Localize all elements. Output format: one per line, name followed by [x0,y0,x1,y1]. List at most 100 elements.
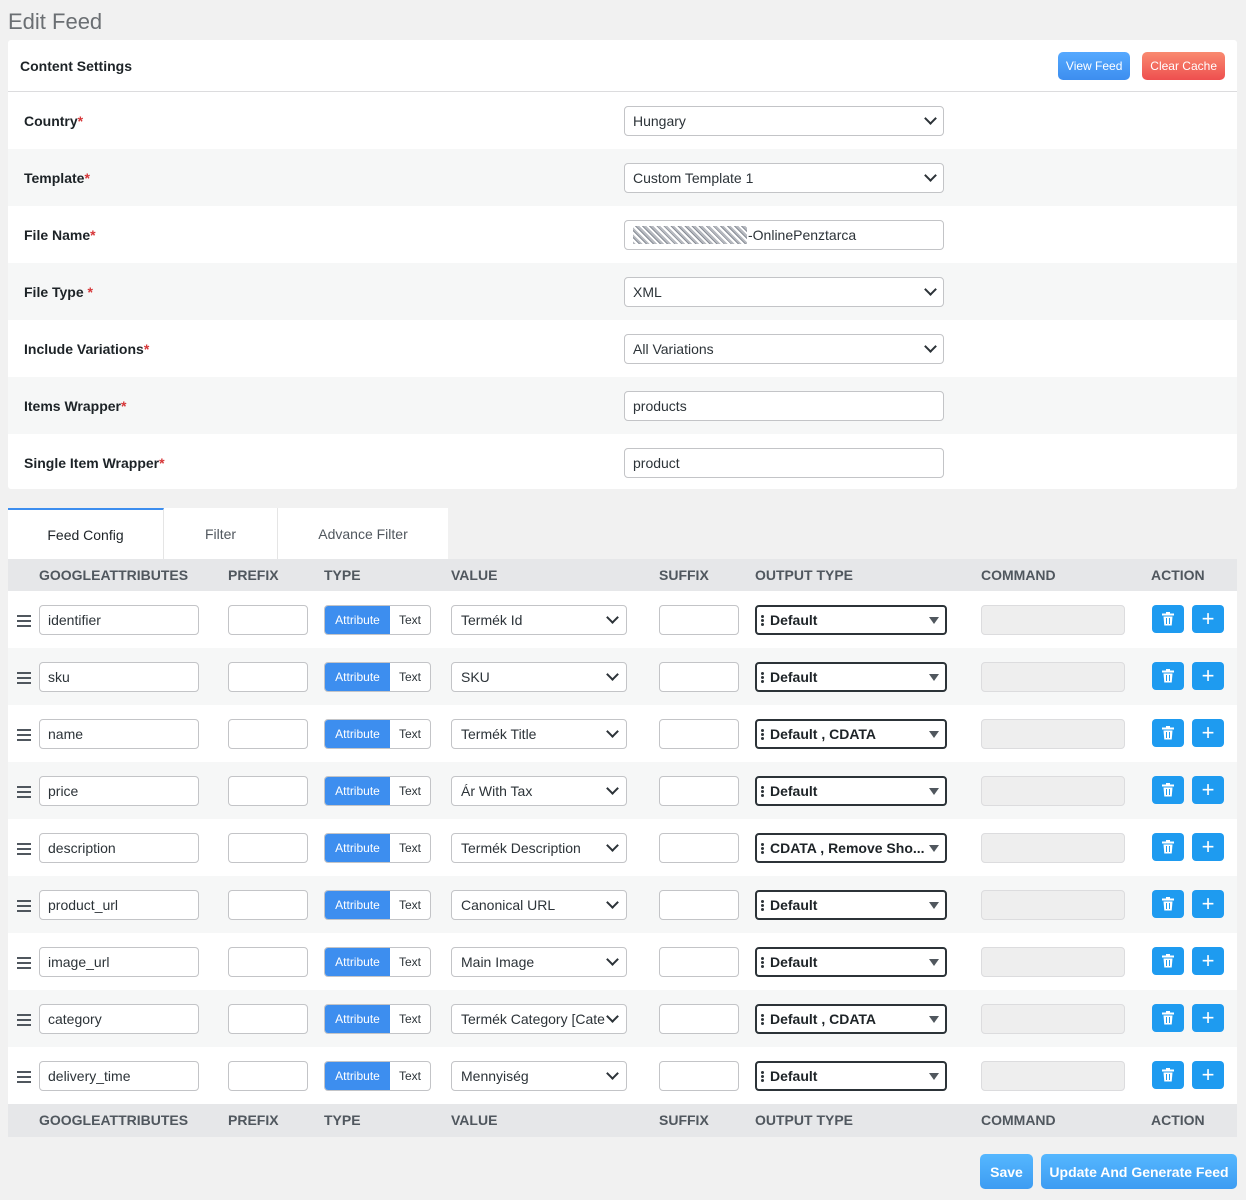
attribute-input[interactable]: delivery_time [39,1061,199,1091]
type-text-option[interactable]: Text [390,834,430,862]
value-select[interactable]: Mennyiség [451,1061,627,1091]
suffix-input[interactable] [659,1004,739,1034]
include-variations-select[interactable]: All Variations [624,333,944,364]
prefix-input[interactable] [228,662,308,692]
delete-row-button[interactable] [1152,1004,1184,1032]
value-select[interactable]: Termék Category [Cate [451,1004,627,1034]
suffix-input[interactable] [659,1061,739,1091]
value-select[interactable]: SKU [451,662,627,692]
attribute-input[interactable]: name [39,719,199,749]
drag-handle-icon[interactable] [17,729,31,741]
type-attribute-option[interactable]: Attribute [325,720,390,748]
value-select[interactable]: Canonical URL [451,890,627,920]
tab-advance-filter[interactable]: Advance Filter [278,508,448,560]
file-name-input[interactable]: -OnlinePenztarca [624,219,944,250]
suffix-input[interactable] [659,776,739,806]
prefix-input[interactable] [228,1061,308,1091]
drag-handle-icon[interactable] [17,786,31,798]
type-text-option[interactable]: Text [390,1062,430,1090]
delete-row-button[interactable] [1152,890,1184,918]
add-row-button[interactable]: + [1192,833,1224,861]
suffix-input[interactable] [659,833,739,863]
delete-row-button[interactable] [1152,605,1184,633]
drag-handle-icon[interactable] [17,957,31,969]
type-text-option[interactable]: Text [390,891,430,919]
add-row-button[interactable]: + [1192,1061,1224,1089]
add-row-button[interactable]: + [1192,605,1224,633]
type-attribute-option[interactable]: Attribute [325,834,390,862]
output-type-select[interactable]: Default [755,947,947,977]
add-row-button[interactable]: + [1192,1004,1224,1032]
prefix-input[interactable] [228,1004,308,1034]
tab-feed-config[interactable]: Feed Config [8,508,164,560]
delete-row-button[interactable] [1152,776,1184,804]
add-row-button[interactable]: + [1192,890,1224,918]
value-select[interactable]: Termék Title [451,719,627,749]
type-attribute-option[interactable]: Attribute [325,948,390,976]
output-type-select[interactable]: Default , CDATA [755,719,947,749]
output-type-select[interactable]: Default [755,605,947,635]
type-text-option[interactable]: Text [390,948,430,976]
type-text-option[interactable]: Text [390,606,430,634]
type-attribute-option[interactable]: Attribute [325,663,390,691]
attribute-input[interactable]: description [39,833,199,863]
attribute-input[interactable]: sku [39,662,199,692]
output-type-select[interactable]: Default , CDATA [755,1004,947,1034]
output-type-select[interactable]: Default [755,890,947,920]
value-select[interactable]: Termék Description [451,833,627,863]
attribute-input[interactable]: image_url [39,947,199,977]
country-select[interactable]: Hungary [624,105,944,136]
type-attribute-option[interactable]: Attribute [325,891,390,919]
type-text-option[interactable]: Text [390,777,430,805]
output-type-select[interactable]: Default [755,1061,947,1091]
output-type-select[interactable]: Default [755,662,947,692]
clear-cache-button[interactable]: Clear Cache [1142,51,1225,80]
delete-row-button[interactable] [1152,833,1184,861]
output-type-select[interactable]: CDATA , Remove Sho... [755,833,947,863]
type-text-option[interactable]: Text [390,720,430,748]
delete-row-button[interactable] [1152,662,1184,690]
template-select[interactable]: Custom Template 1 [624,162,944,193]
add-row-button[interactable]: + [1192,719,1224,747]
add-row-button[interactable]: + [1192,662,1224,690]
single-item-wrapper-input[interactable]: product [624,447,944,478]
prefix-input[interactable] [228,605,308,635]
drag-handle-icon[interactable] [17,1071,31,1083]
suffix-input[interactable] [659,890,739,920]
attribute-input[interactable]: price [39,776,199,806]
items-wrapper-input[interactable]: products [624,390,944,421]
attribute-input[interactable]: identifier [39,605,199,635]
type-text-option[interactable]: Text [390,1005,430,1033]
drag-handle-icon[interactable] [17,900,31,912]
add-row-button[interactable]: + [1192,776,1224,804]
attribute-input[interactable]: product_url [39,890,199,920]
drag-handle-icon[interactable] [17,615,31,627]
prefix-input[interactable] [228,776,308,806]
drag-handle-icon[interactable] [17,1014,31,1026]
attribute-input[interactable]: category [39,1004,199,1034]
update-and-generate-button[interactable]: Update And Generate Feed [1041,1154,1237,1189]
type-attribute-option[interactable]: Attribute [325,606,390,634]
type-attribute-option[interactable]: Attribute [325,1005,390,1033]
delete-row-button[interactable] [1152,719,1184,747]
delete-row-button[interactable] [1152,1061,1184,1089]
file-type-select[interactable]: XML [624,276,944,307]
type-attribute-option[interactable]: Attribute [325,1062,390,1090]
suffix-input[interactable] [659,605,739,635]
prefix-input[interactable] [228,833,308,863]
drag-handle-icon[interactable] [17,843,31,855]
prefix-input[interactable] [228,947,308,977]
value-select[interactable]: Main Image [451,947,627,977]
suffix-input[interactable] [659,662,739,692]
delete-row-button[interactable] [1152,947,1184,975]
value-select[interactable]: Termék Id [451,605,627,635]
add-row-button[interactable]: + [1192,947,1224,975]
suffix-input[interactable] [659,719,739,749]
prefix-input[interactable] [228,890,308,920]
output-type-select[interactable]: Default [755,776,947,806]
suffix-input[interactable] [659,947,739,977]
value-select[interactable]: Ár With Tax [451,776,627,806]
type-text-option[interactable]: Text [390,663,430,691]
save-button[interactable]: Save [980,1154,1033,1189]
prefix-input[interactable] [228,719,308,749]
